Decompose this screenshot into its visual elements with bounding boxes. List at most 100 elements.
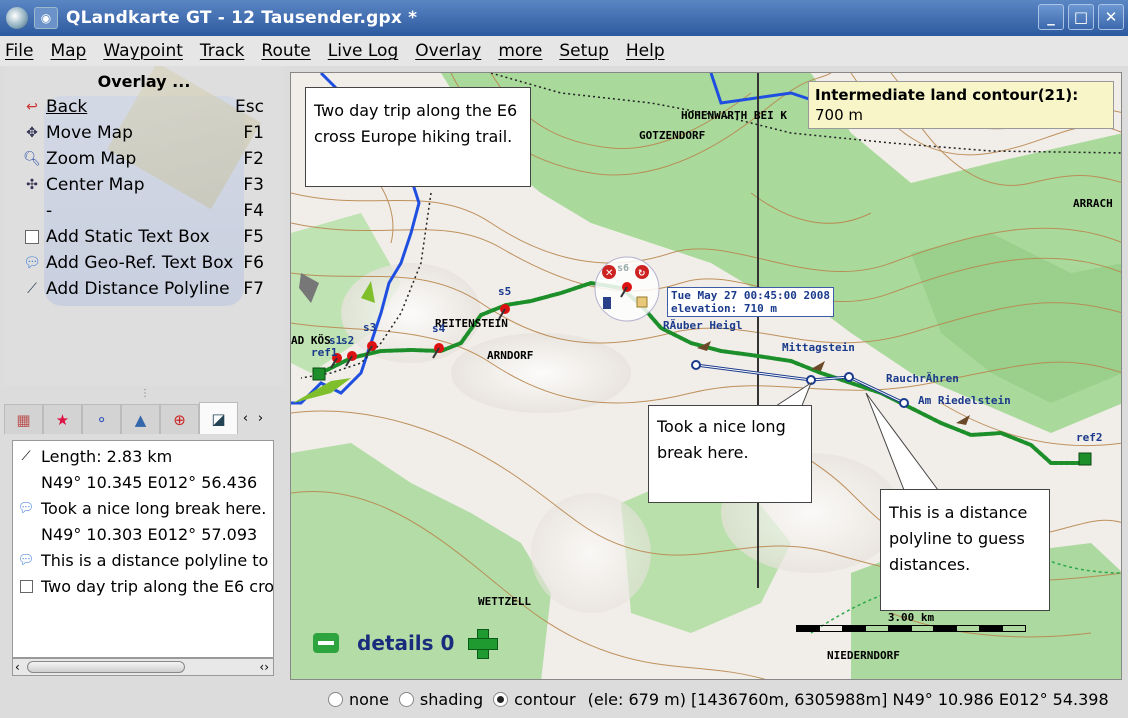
move-icon: ✥ [26, 125, 38, 141]
speech-bubble-icon: 💬︎ [17, 500, 35, 516]
menu-setup[interactable]: Setup [559, 41, 608, 61]
waypoint-label[interactable]: ref2 [1076, 431, 1103, 444]
svg-text:↻: ↻ [638, 269, 646, 279]
georef-text-box[interactable]: This is a distance polyline to guess dis… [880, 489, 1050, 611]
speech-bubble-icon: 💬︎ [17, 552, 35, 568]
blank-icon [22, 201, 42, 221]
option-label: Zoom Map [46, 149, 137, 169]
list-item[interactable]: 💬︎ This is a distance polyline to [17, 547, 269, 573]
town-label: REITENSTEIN [435, 317, 508, 330]
menu-file[interactable]: File [5, 41, 33, 61]
option-label: Add Geo-Ref. Text Box [46, 253, 234, 273]
waypoint-info-box: Tue May 27 00:45:00 2008 elevation: 710 … [667, 287, 834, 317]
list-item[interactable]: 💬︎ Took a nice long break here. [17, 495, 267, 521]
zoom-icon: 🔍︎ [23, 151, 41, 167]
tab-waypoints[interactable]: ★ [43, 404, 82, 434]
radio-contour[interactable]: contour [493, 690, 576, 709]
town-label: WETTZELL [478, 595, 531, 608]
town-label: GOTZENDORF [639, 129, 706, 142]
map-canvas[interactable]: ✕ ↻ Intermediate land contour(21): 700 m… [290, 72, 1122, 680]
waypoint-label[interactable]: s5 [498, 285, 511, 298]
tab-maps[interactable]: ▦ [4, 404, 43, 434]
scrollbar-thumb[interactable] [27, 661, 185, 673]
close-button[interactable]: ✕ [1098, 4, 1124, 30]
info-date: Tue May 27 00:45:00 2008 [671, 289, 830, 302]
town-label: ARRACH [1073, 197, 1113, 210]
list-item-text: N49° 10.303 E012° 57.093 [41, 524, 258, 544]
list-horizontal-scrollbar[interactable]: ‹ ‹› [12, 658, 274, 676]
polyline-icon: ⟋ [27, 281, 37, 297]
lifebuoy-icon: ⊕ [173, 410, 186, 429]
tab-live[interactable]: ⊕ [160, 404, 199, 434]
list-item[interactable]: Two day trip along the E6 cro [17, 573, 273, 599]
radio-none[interactable]: none [328, 690, 389, 709]
waypoint-label[interactable]: RauchrÄhren [886, 372, 959, 385]
scale-label: 3.00 km [887, 611, 935, 624]
tab-routes[interactable]: ⚬ [82, 404, 121, 434]
option-add-georef-text-box[interactable]: 💬︎ Add Geo-Ref. Text Box F6 [22, 250, 274, 276]
waypoint-label[interactable]: ref1 [311, 346, 338, 359]
option-add-distance-polyline[interactable]: ⟋ Add Distance Polyline F7 [22, 276, 274, 302]
option-back[interactable]: ↩ Back Esc [22, 94, 274, 120]
menu-waypoint[interactable]: Waypoint [103, 41, 183, 61]
option-label: Back [46, 97, 88, 117]
route-icon: ⚬ [95, 410, 108, 429]
chevron-right-icon[interactable]: ‹› [259, 660, 269, 674]
static-text-box[interactable]: Two day trip along the E6 cross Europe h… [305, 87, 531, 187]
list-item[interactable]: ⟋ Length: 2.83 km [17, 443, 172, 469]
scale-bar: 3.00 km [796, 611, 1026, 632]
details-decrease-button[interactable] [313, 633, 339, 653]
tab-tracks[interactable]: ▲ [121, 404, 160, 434]
chevron-left-icon[interactable]: ‹ [15, 660, 20, 674]
radio-shading[interactable]: shading [398, 690, 483, 709]
menu-route[interactable]: Route [261, 41, 310, 61]
pin-window-icon[interactable]: ◉ [34, 7, 58, 29]
option-separator[interactable]: - F4 [22, 198, 274, 224]
option-move-map[interactable]: ✥ Move Map F1 [22, 120, 274, 146]
track-icon: ▲ [134, 410, 147, 429]
option-add-static-text-box[interactable]: Add Static Text Box F5 [22, 224, 274, 250]
waypoint-label[interactable]: RÄuber Heigl [663, 319, 742, 332]
radio-circle[interactable] [328, 691, 343, 707]
list-item[interactable]: N49° 10.345 E012° 56.436 [17, 469, 257, 495]
details-level: details 0 [357, 631, 455, 655]
cursor-position-readout: (ele: 679 m) [1436760m, 6305988m] N49° 1… [587, 689, 1109, 709]
app-globe-icon[interactable] [6, 7, 28, 29]
tab-scroll-arrows[interactable]: ‹ › [238, 411, 268, 434]
waypoint-label[interactable]: s6 [617, 263, 629, 274]
chevron-left-icon[interactable]: ‹ [243, 411, 248, 426]
waypoint-label[interactable]: s3 [363, 321, 376, 334]
list-item-text: N49° 10.345 E012° 56.436 [41, 472, 258, 492]
menu-live-log[interactable]: Live Log [328, 41, 398, 61]
tooltip-title: Intermediate land contour(21): [815, 86, 1079, 104]
title-bar: ◉ QLandkarte GT - 12 Tausender.gpx * _ □… [0, 0, 1128, 36]
details-control: details 0 [313, 629, 499, 659]
overlay-panel-title: Overlay ... [97, 72, 191, 91]
option-shortcut: Esc [235, 97, 264, 117]
contour-tooltip: Intermediate land contour(21): 700 m [808, 81, 1114, 129]
polyline-icon: ⟋ [21, 448, 31, 464]
waypoint-label[interactable]: s4 [432, 322, 445, 335]
town-label: ARNDORF [487, 349, 534, 362]
details-increase-button[interactable] [468, 629, 499, 659]
option-center-map[interactable]: ✣ Center Map F3 [22, 172, 274, 198]
waypoint-label[interactable]: Am Riedelstein [918, 394, 1011, 407]
waypoint-label[interactable]: s2 [341, 334, 354, 347]
menu-more[interactable]: more [498, 41, 542, 61]
radio-circle[interactable] [398, 691, 414, 707]
option-label: Move Map [46, 123, 133, 143]
georef-text-box[interactable]: Took a nice long break here. [648, 405, 812, 503]
radio-circle-selected[interactable] [493, 691, 509, 707]
menu-map[interactable]: Map [50, 41, 86, 61]
menu-overlay[interactable]: Overlay [415, 41, 481, 61]
minimize-button[interactable]: _ [1038, 4, 1064, 30]
waypoint-label[interactable]: Mittagstein [782, 341, 855, 354]
chevron-right-icon[interactable]: › [258, 411, 263, 426]
menu-track[interactable]: Track [200, 41, 244, 61]
maximize-button[interactable]: □ [1068, 4, 1094, 30]
list-item[interactable]: N49° 10.303 E012° 57.093 [17, 521, 257, 547]
option-zoom-map[interactable]: 🔍︎ Zoom Map F2 [22, 146, 274, 172]
splitter-handle[interactable]: ⋮ [140, 388, 150, 399]
tab-overlays[interactable]: ◪ [199, 402, 238, 434]
menu-help[interactable]: Help [626, 41, 665, 61]
